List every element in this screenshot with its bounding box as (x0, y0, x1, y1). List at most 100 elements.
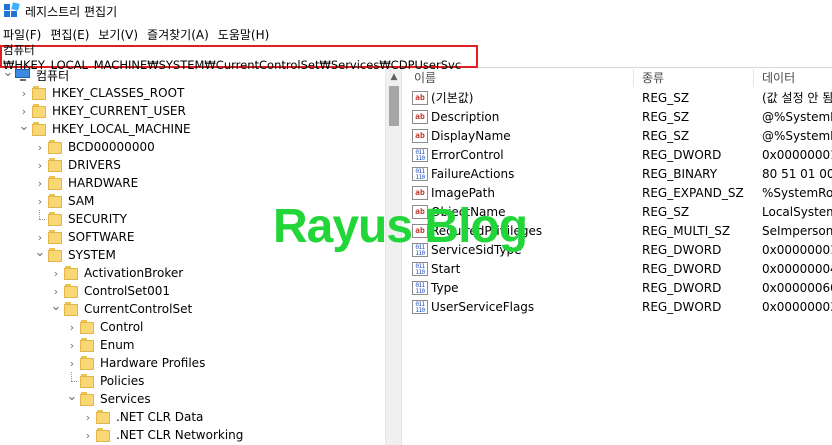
value-list[interactable]: 이름 종류 데이터 ab (기본값) REG_SZ (값 설정 안 됨) ab Descr… (406, 69, 832, 445)
tree-item[interactable]: › BCD00000000 (34, 138, 155, 156)
chevron-down-icon[interactable]: ⌄ (66, 387, 78, 405)
tree-item[interactable]: › .NET CLR Networking (82, 426, 243, 444)
value-row[interactable]: 011110Type REG_DWORD 0x00000060 (96) (406, 279, 832, 298)
tree-item-label: .NET CLR Networking (116, 428, 244, 442)
tree-vertical-scrollbar[interactable]: ▲ (385, 69, 401, 445)
binary-value-icon: 011 110 (412, 167, 428, 181)
value-row[interactable]: ab ObjectName REG_SZ LocalSystem (406, 203, 832, 222)
tree-item[interactable]: › .NET CLR Data (82, 408, 203, 426)
folder-icon (96, 409, 112, 425)
binary-value-icon: 011 110 (412, 300, 428, 314)
folder-icon (32, 85, 48, 101)
value-name: Description (431, 110, 500, 124)
value-row[interactable]: abDescription REG_SZ @%SystemRoot% (406, 108, 832, 127)
chevron-right-icon[interactable]: › (66, 318, 78, 336)
value-row[interactable]: 011 110 ServiceSidType REG_DWORD 0x00000001 … (406, 241, 832, 260)
value-row[interactable]: abImagePath REG_EXPAND_SZ %SystemRoot% (406, 184, 832, 203)
tree-item[interactable]: › SOFTWARE (34, 228, 134, 246)
chevron-down-icon[interactable]: ⌄ (50, 297, 62, 315)
binary-value-icon: 011 110 (412, 281, 428, 295)
tree-item-label: .NET CLR Data (116, 410, 204, 424)
tree-item-label: ActivationBroker (84, 266, 184, 280)
column-name-header[interactable]: 이름 (406, 69, 634, 87)
value-type: REG_SZ (642, 110, 690, 124)
menu-edit[interactable]: 편집(E) (47, 26, 95, 43)
folder-icon (48, 175, 64, 191)
key-tree[interactable]: ⌄ 컴퓨터 › HKEY_CLASSES_ROOT › HKEY_CURRENT_USER… (0, 69, 401, 445)
window-title: 레지스트리 편집기 (25, 4, 118, 19)
chevron-right-icon[interactable]: › (82, 426, 94, 444)
tree-item-label: SYSTEM (68, 248, 116, 262)
tree-item[interactable]: › DRIVERS (34, 156, 121, 174)
folder-icon (48, 193, 64, 209)
string-value-icon: ab (412, 129, 428, 143)
tree-item[interactable]: › Control (66, 318, 143, 336)
list-header: 이름 종류 데이터 (406, 69, 832, 87)
tree-item[interactable]: SECURITY (34, 210, 127, 228)
menu-help[interactable]: 도움말(H) (215, 26, 276, 43)
tree-item-label: 컴퓨터 (36, 69, 70, 83)
value-type: REG_BINARY (642, 167, 718, 181)
chevron-right-icon[interactable]: › (82, 408, 94, 426)
value-row[interactable]: 011 110 FailureActions REG_BINARY 80 51 01 0… (406, 165, 832, 184)
chevron-right-icon[interactable]: › (34, 156, 46, 174)
value-row[interactable]: 011 110 UserServiceFlags REG_DWORD 0x0000000… (406, 298, 832, 317)
scrollbar-thumb[interactable] (389, 86, 399, 126)
address-bar-remainder[interactable] (478, 45, 832, 68)
tree-item[interactable]: › ActivationBroker (50, 264, 183, 282)
value-type: REG_DWORD (642, 243, 722, 257)
tree-item[interactable]: › ControlSet001 (50, 282, 170, 300)
chevron-right-icon[interactable]: › (34, 192, 46, 210)
chevron-right-icon[interactable]: › (34, 138, 46, 156)
chevron-down-icon[interactable]: ⌄ (34, 243, 46, 261)
value-row[interactable]: 011110Start REG_DWORD 0x00000004 (4) (406, 260, 832, 279)
registry-editor-icon (3, 2, 20, 19)
value-data: @%SystemRoot% (762, 110, 832, 124)
tree-item[interactable]: › SAM (34, 192, 94, 210)
tree-item[interactable]: › HKEY_CLASSES_ROOT (18, 84, 184, 102)
tree-item[interactable]: › HKEY_CURRENT_USER (18, 102, 186, 120)
tree-item[interactable]: ⌄ 컴퓨터 (2, 69, 69, 84)
value-type: REG_DWORD (642, 300, 722, 314)
tree-item[interactable]: ⌄ CurrentControlSet (50, 297, 193, 318)
tree-item[interactable]: ⌄ SYSTEM (34, 243, 116, 264)
tree-item[interactable]: › Enum (66, 336, 134, 354)
menu-view[interactable]: 보기(V) (95, 26, 144, 43)
menu-file[interactable]: 파일(F) (0, 26, 47, 43)
chevron-down-icon[interactable]: ⌄ (18, 117, 30, 135)
column-type-header[interactable]: 종류 (634, 69, 754, 87)
menu-favorites[interactable]: 즐겨찾기(A) (144, 26, 215, 43)
value-row[interactable]: ab (기본값) REG_SZ (값 설정 안 됨) (406, 89, 832, 108)
tree-item-label: Policies (100, 374, 145, 388)
chevron-right-icon[interactable]: › (50, 264, 62, 282)
value-type: REG_EXPAND_SZ (642, 186, 744, 200)
folder-icon (80, 391, 96, 407)
chevron-right-icon[interactable]: › (66, 336, 78, 354)
tree-item[interactable]: › Hardware Profiles (66, 354, 205, 372)
tree-item[interactable]: ⌄ HKEY_LOCAL_MACHINE (18, 117, 191, 138)
tree-item[interactable]: › HARDWARE (34, 174, 138, 192)
chevron-right-icon[interactable]: › (34, 174, 46, 192)
chevron-right-icon[interactable]: › (18, 84, 30, 102)
value-row[interactable]: 011110ErrorControl REG_DWORD 0x00000001 (1… (406, 146, 832, 165)
folder-icon (48, 211, 64, 227)
chevron-right-icon[interactable]: › (66, 354, 78, 372)
tree-item-label: HKEY_CURRENT_USER (52, 104, 186, 118)
address-bar[interactable]: 컴퓨터₩HKEY_LOCAL_MACHINE₩SYSTEM₩CurrentCon… (0, 43, 478, 72)
folder-icon (96, 427, 112, 443)
tree-item[interactable]: ⌄ Services (66, 387, 151, 408)
value-data: %SystemRoot% (762, 186, 832, 200)
chevron-down-icon[interactable]: ⌄ (2, 69, 14, 81)
value-name: Type (431, 281, 459, 295)
tree-item-label: SOFTWARE (68, 230, 135, 244)
tree-item-label: CurrentControlSet (84, 302, 193, 316)
value-type: REG_DWORD (642, 262, 722, 276)
folder-icon (64, 301, 80, 317)
column-data-header[interactable]: 데이터 (754, 69, 832, 87)
value-type: REG_DWORD (642, 148, 722, 162)
scroll-up-icon[interactable]: ▲ (386, 69, 402, 85)
value-row[interactable]: abDisplayName REG_SZ @%SystemRoot% (406, 127, 832, 146)
value-data: 0x00000060 (96) (762, 281, 832, 295)
value-row[interactable]: ab RequiredPrivileges REG_MULTI_SZ SeImpers… (406, 222, 832, 241)
folder-icon (48, 247, 64, 263)
